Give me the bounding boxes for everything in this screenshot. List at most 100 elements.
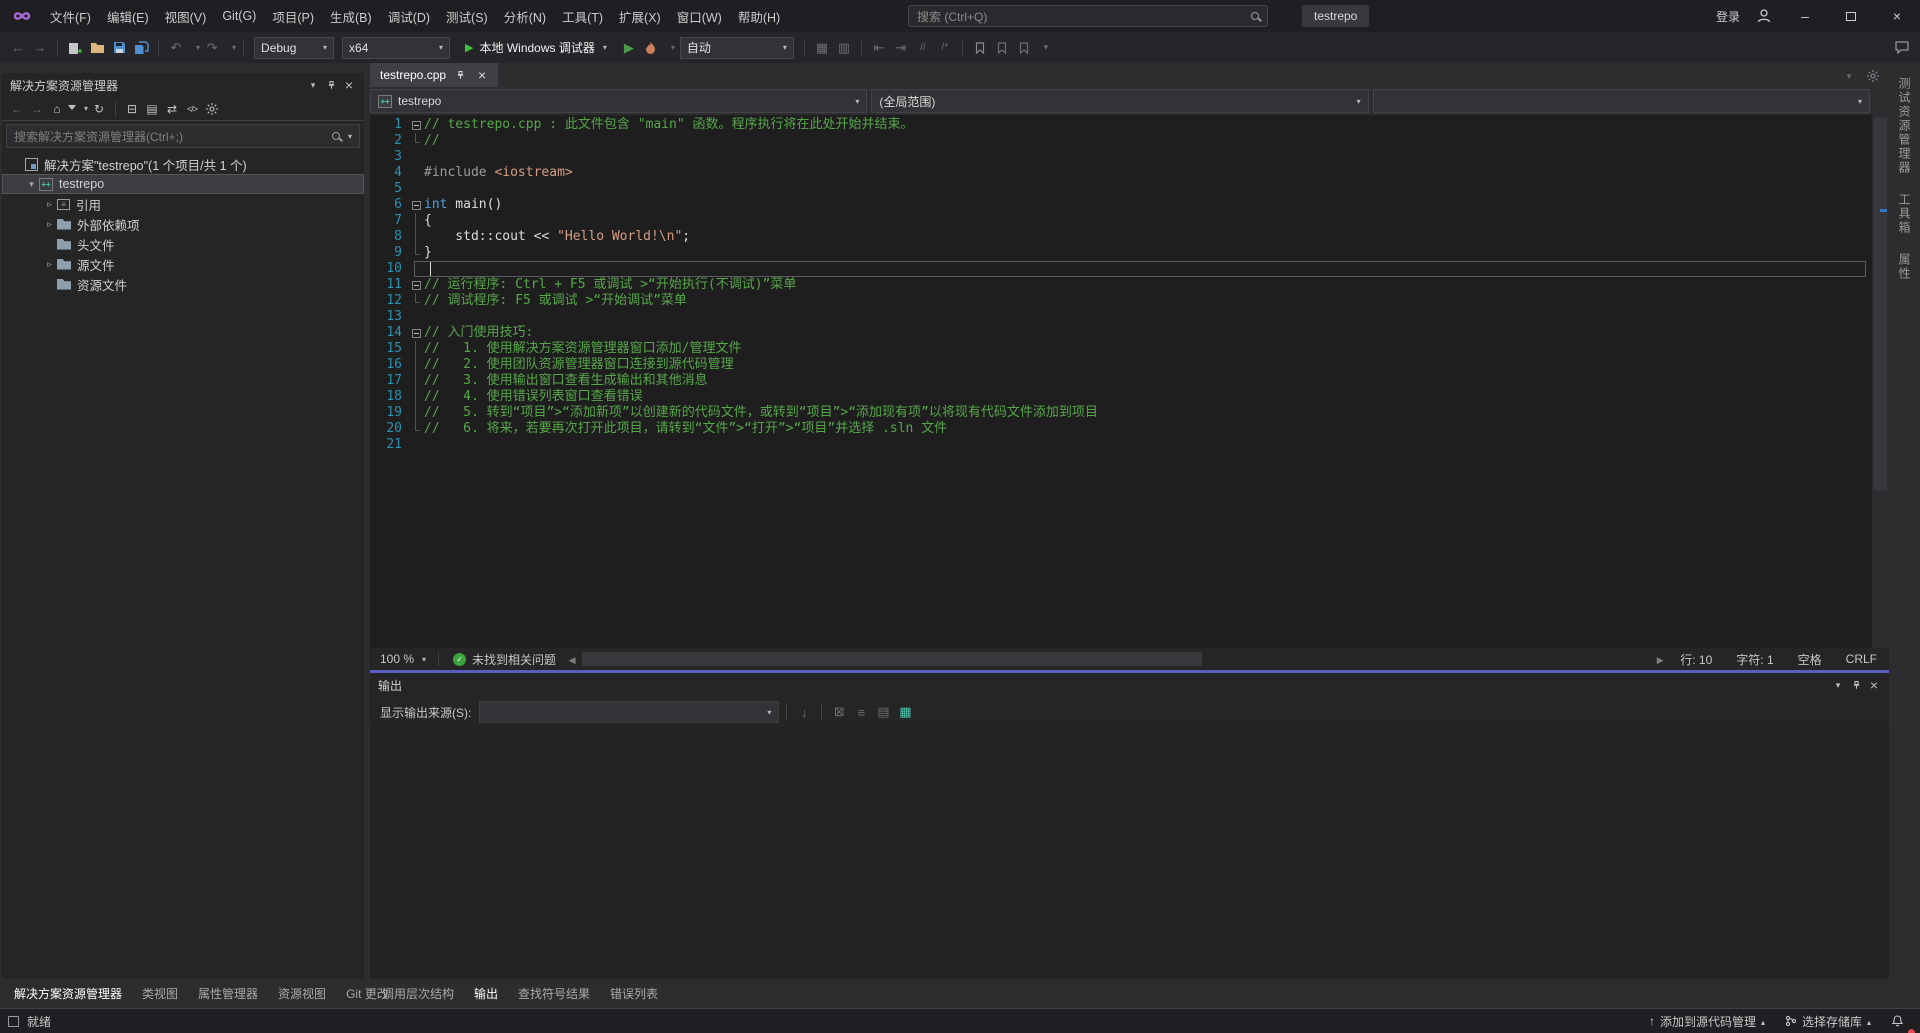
code-line[interactable]: 7 { bbox=[370, 213, 1872, 229]
whitespace-mode-indicator[interactable]: 空格 bbox=[1786, 651, 1834, 668]
scroll-right-button[interactable] bbox=[1652, 652, 1668, 666]
pin-icon[interactable] bbox=[452, 67, 468, 83]
filter-button[interactable]: ▾ bbox=[68, 100, 88, 118]
tree-item[interactable]: 引用 bbox=[2, 194, 364, 214]
solution-explorer-header[interactable]: 解决方案资源管理器 bbox=[2, 73, 364, 97]
char-indicator[interactable]: 字符: 1 bbox=[1724, 651, 1785, 668]
expand-arrow-icon[interactable] bbox=[42, 259, 57, 270]
close-icon[interactable] bbox=[474, 67, 490, 83]
tool-window-tab[interactable]: 资源视图 bbox=[268, 979, 336, 1008]
fold-marker[interactable] bbox=[408, 325, 424, 341]
start-without-debugging-button[interactable] bbox=[619, 37, 639, 59]
toggle-bookmark-button[interactable] bbox=[970, 37, 990, 59]
fold-marker[interactable] bbox=[408, 149, 424, 165]
scrollbar-thumb[interactable] bbox=[582, 652, 1202, 666]
search-icon[interactable] bbox=[1251, 12, 1259, 20]
tree-item[interactable]: 源文件 bbox=[2, 254, 364, 274]
line-indicator[interactable]: 行: 10 bbox=[1668, 651, 1724, 668]
undo-dropdown-icon[interactable]: ▾ bbox=[196, 43, 200, 52]
menu-item[interactable]: 生成(B) bbox=[322, 0, 380, 32]
code-line[interactable]: 3 bbox=[370, 149, 1872, 165]
expand-arrow-icon[interactable] bbox=[24, 179, 39, 190]
fold-marker[interactable] bbox=[408, 437, 424, 453]
fold-marker[interactable] bbox=[408, 405, 424, 421]
toolbar-overflow-button[interactable] bbox=[1036, 37, 1056, 59]
sign-in-button[interactable]: 登录 bbox=[1710, 8, 1746, 25]
tool-window-tab[interactable]: 错误列表 bbox=[600, 979, 668, 1008]
fold-marker[interactable] bbox=[408, 277, 424, 293]
expand-arrow-icon[interactable] bbox=[42, 199, 57, 210]
fold-marker[interactable] bbox=[408, 229, 424, 245]
sync-with-active-document-button[interactable] bbox=[163, 100, 181, 118]
scope-select[interactable]: (全局范围) ▾ bbox=[871, 89, 1368, 113]
search-input[interactable]: 搜索 (Ctrl+Q) bbox=[908, 5, 1268, 27]
navigate-forward-button[interactable] bbox=[30, 37, 50, 59]
fold-marker[interactable] bbox=[408, 181, 424, 197]
output-content[interactable] bbox=[370, 727, 1889, 979]
comment-selection-button[interactable] bbox=[913, 37, 933, 59]
fold-marker[interactable] bbox=[408, 197, 424, 213]
menu-item[interactable]: 文件(F) bbox=[42, 0, 99, 32]
decrease-indent-button[interactable] bbox=[869, 37, 889, 59]
save-all-button[interactable] bbox=[131, 37, 151, 59]
code-line[interactable]: 10 bbox=[370, 261, 1872, 277]
menu-item[interactable]: 窗口(W) bbox=[669, 0, 730, 32]
uncomment-selection-button[interactable] bbox=[935, 37, 955, 59]
tool-window-tab[interactable]: 类视图 bbox=[132, 979, 188, 1008]
se-forward-button[interactable] bbox=[28, 100, 46, 118]
close-icon[interactable] bbox=[1865, 676, 1883, 694]
menu-item[interactable]: 编辑(E) bbox=[99, 0, 157, 32]
undo-button[interactable] bbox=[166, 37, 186, 59]
account-icon[interactable] bbox=[1746, 8, 1782, 24]
code-line[interactable]: 1 // testrepo.cpp : 此文件包含 "main" 函数。程序执行… bbox=[370, 117, 1872, 133]
code-line[interactable]: 5 bbox=[370, 181, 1872, 197]
horizontal-scrollbar[interactable] bbox=[582, 648, 1650, 670]
eol-indicator[interactable]: CRLF bbox=[1834, 652, 1889, 666]
tree-item[interactable]: 解决方案"testrepo"(1 个项目/共 1 个) bbox=[2, 154, 364, 174]
autohide-tool-window-tab[interactable]: 属性 bbox=[1896, 253, 1913, 281]
code-line[interactable]: 6 int main() bbox=[370, 197, 1872, 213]
code-line[interactable]: 9 } bbox=[370, 245, 1872, 261]
code-lines[interactable]: 1 // testrepo.cpp : 此文件包含 "main" 函数。程序执行… bbox=[370, 115, 1872, 648]
fold-marker[interactable] bbox=[408, 117, 424, 133]
chevron-down-icon[interactable]: ▾ bbox=[348, 132, 352, 141]
menu-item[interactable]: 分析(N) bbox=[496, 0, 554, 32]
send-feedback-button[interactable] bbox=[1892, 37, 1912, 59]
document-list-icon[interactable] bbox=[1839, 65, 1859, 87]
solution-platform-select[interactable]: x64▾ bbox=[342, 37, 450, 59]
tool-window-tab[interactable]: 输出 bbox=[464, 979, 508, 1008]
previous-bookmark-button[interactable] bbox=[992, 37, 1012, 59]
goto-message-button[interactable] bbox=[794, 701, 814, 723]
tree-item[interactable]: testrepo bbox=[2, 174, 364, 194]
show-all-files-button[interactable] bbox=[143, 100, 161, 118]
add-to-source-control-button[interactable]: 添加到源代码管理 bbox=[1641, 1009, 1773, 1033]
navigate-back-button[interactable] bbox=[8, 37, 28, 59]
code-line[interactable]: 8 std::cout << "Hello World!\n"; bbox=[370, 229, 1872, 245]
hot-reload-dropdown-icon[interactable]: ▾ bbox=[671, 43, 675, 52]
close-button[interactable] bbox=[1874, 0, 1920, 32]
refresh-button[interactable] bbox=[90, 100, 108, 118]
diagnostics-button[interactable] bbox=[834, 37, 854, 59]
minimize-button[interactable] bbox=[1782, 0, 1828, 32]
home-button[interactable] bbox=[48, 100, 66, 118]
code-line[interactable]: 17 // 3. 使用输出窗口查看生成输出和其他消息 bbox=[370, 373, 1872, 389]
fold-marker[interactable] bbox=[408, 357, 424, 373]
menu-item[interactable]: Git(G) bbox=[214, 0, 264, 32]
code-line[interactable]: 2 // bbox=[370, 133, 1872, 149]
tree-item[interactable]: 外部依赖项 bbox=[2, 214, 364, 234]
notifications-button[interactable] bbox=[1883, 1009, 1912, 1033]
tool-window-tab[interactable]: 调用层次结构 bbox=[372, 979, 464, 1008]
save-button[interactable] bbox=[109, 37, 129, 59]
background-tasks-icon[interactable] bbox=[8, 1016, 19, 1027]
fold-marker[interactable] bbox=[408, 389, 424, 405]
fold-marker[interactable] bbox=[408, 293, 424, 309]
vertical-scrollbar[interactable] bbox=[1872, 115, 1889, 648]
start-debugging-button[interactable]: ▶ 本地 Windows 调试器 ▾ bbox=[458, 37, 614, 59]
fold-marker[interactable] bbox=[408, 373, 424, 389]
se-back-button[interactable] bbox=[8, 100, 26, 118]
view-code-button[interactable] bbox=[183, 100, 201, 118]
menu-item[interactable]: 扩展(X) bbox=[611, 0, 669, 32]
fold-marker[interactable] bbox=[408, 165, 424, 181]
new-project-button[interactable] bbox=[65, 37, 85, 59]
project-select[interactable]: testrepo ▾ bbox=[370, 89, 867, 113]
